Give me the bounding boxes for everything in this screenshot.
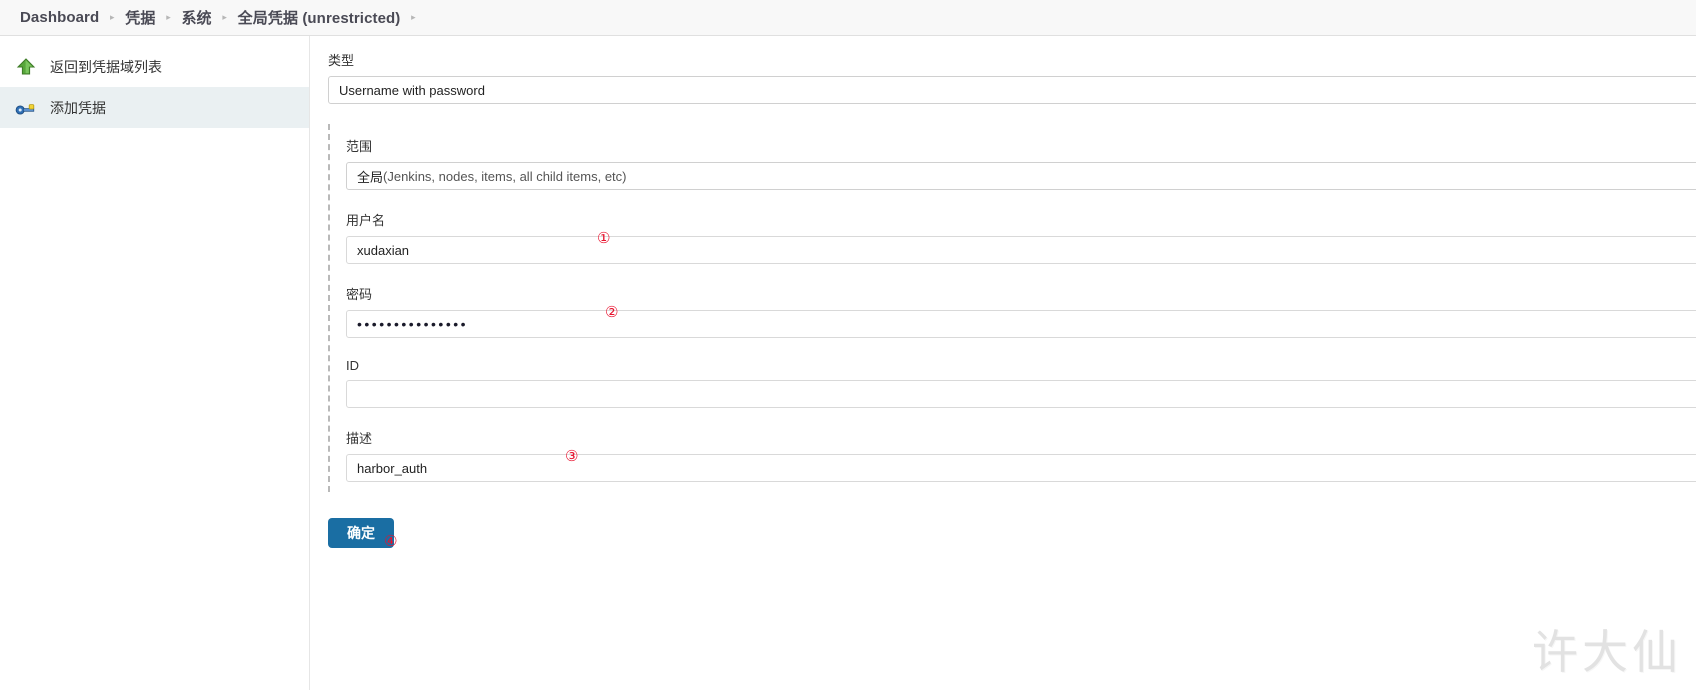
- field-description: 描述 harbor_auth ③: [346, 428, 1696, 482]
- credential-form: 类型 Username with password 范围 全局 (Jenkins…: [310, 36, 1696, 690]
- page-layout: 返回到凭据域列表 添加凭据 类型 Username with password: [0, 36, 1696, 690]
- sidebar: 返回到凭据域列表 添加凭据: [0, 36, 310, 690]
- breadcrumb-item-system[interactable]: 系统: [181, 7, 211, 28]
- scope-select[interactable]: 全局 (Jenkins, nodes, items, all child ite…: [346, 162, 1696, 190]
- breadcrumb: Dashboard ▸ 凭据 ▸ 系统 ▸ 全局凭据 (unrestricted…: [0, 0, 1696, 36]
- scope-select-note: (Jenkins, nodes, items, all child items,…: [383, 168, 627, 184]
- credential-details-section: 范围 全局 (Jenkins, nodes, items, all child …: [328, 124, 1696, 492]
- description-input[interactable]: harbor_auth ③: [346, 449, 1696, 482]
- username-value: xudaxian: [357, 242, 410, 258]
- breadcrumb-item-global-credentials[interactable]: 全局凭据 (unrestricted): [238, 7, 401, 28]
- password-value: •••••••••••••••: [357, 316, 469, 332]
- field-username: 用户名 xudaxian ①: [346, 210, 1696, 264]
- field-scope: 范围 全局 (Jenkins, nodes, items, all child …: [346, 136, 1696, 190]
- sidebar-item-label: 返回到凭据域列表: [50, 58, 162, 75]
- annotation-3: ③: [565, 447, 579, 465]
- breadcrumb-separator-icon: ▸: [222, 12, 227, 22]
- username-input[interactable]: xudaxian ①: [346, 231, 1696, 264]
- sidebar-item-add-credential[interactable]: 添加凭据: [0, 87, 309, 128]
- description-label: 描述: [346, 431, 373, 446]
- breadcrumb-separator-icon: ▸: [166, 12, 171, 22]
- field-id: ID: [346, 358, 1696, 408]
- id-input[interactable]: [346, 380, 1696, 408]
- description-value: harbor_auth: [357, 460, 428, 476]
- annotation-4: ④: [384, 533, 398, 550]
- up-arrow-icon: [14, 55, 38, 79]
- type-select[interactable]: Username with password: [328, 76, 1696, 104]
- key-icon: [14, 96, 38, 120]
- scope-label: 范围: [346, 139, 373, 154]
- sidebar-item-back-to-domain-list[interactable]: 返回到凭据域列表: [0, 46, 309, 87]
- watermark: 许大仙: [1532, 625, 1682, 679]
- submit-row: 确定 ④: [328, 518, 1696, 558]
- annotation-1: ①: [597, 229, 611, 247]
- breadcrumb-separator-icon: ▸: [109, 12, 115, 22]
- password-input[interactable]: ••••••••••••••• ②: [346, 305, 1696, 338]
- id-label: ID: [346, 358, 359, 373]
- breadcrumb-separator-icon: ▸: [411, 12, 416, 22]
- type-label: 类型: [328, 53, 355, 68]
- type-select-value: Username with password: [339, 82, 485, 98]
- annotation-2: ②: [605, 303, 619, 321]
- username-label: 用户名: [346, 213, 386, 228]
- field-password: 密码 ••••••••••••••• ②: [346, 284, 1696, 338]
- breadcrumb-item-credentials[interactable]: 凭据: [125, 7, 155, 28]
- scope-select-value: 全局: [357, 169, 384, 185]
- sidebar-item-label: 添加凭据: [50, 99, 106, 116]
- field-type: 类型 Username with password: [328, 50, 1696, 104]
- password-label: 密码: [346, 287, 373, 302]
- breadcrumb-item-dashboard[interactable]: Dashboard: [20, 9, 99, 26]
